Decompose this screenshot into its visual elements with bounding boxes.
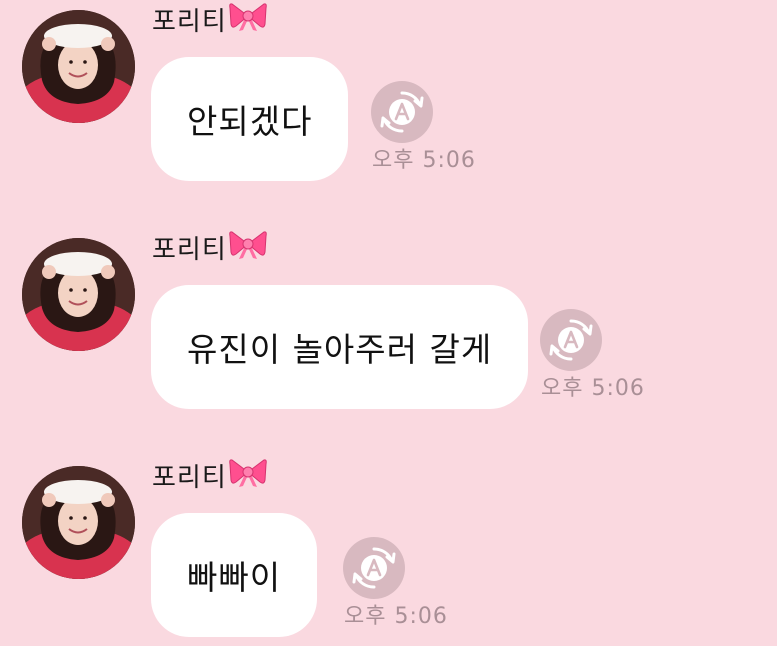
bow-emoji-icon — [229, 0, 267, 41]
timestamp: 오후 5:06 — [372, 148, 476, 173]
translate-a-icon — [549, 319, 593, 361]
timestamp: 오후 5:06 — [541, 376, 645, 401]
translate-button[interactable] — [343, 537, 405, 599]
message-text: 빠빠이 — [187, 558, 282, 597]
sender-name-text: 포리티 — [152, 235, 227, 265]
translate-button[interactable] — [371, 81, 433, 143]
avatar[interactable] — [22, 238, 135, 351]
sender-name: 포리티 — [152, 230, 267, 271]
message-text: 안되겠다 — [187, 102, 313, 141]
message-text: 유진이 놀아주러 갈게 — [187, 330, 493, 369]
message-bubble[interactable]: 안되겠다 — [151, 57, 349, 181]
avatar-photo — [22, 466, 135, 579]
chat-message: 포리티 빠빠이 오후 5:06 — [0, 456, 777, 646]
chat-message: 포리티 안되겠다 오후 5:06 — [0, 0, 777, 190]
sender-name: 포리티 — [152, 2, 267, 43]
avatar-photo — [22, 10, 135, 123]
bow-emoji-icon — [229, 228, 267, 269]
timestamp: 오후 5:06 — [344, 604, 448, 629]
translate-a-icon — [352, 547, 396, 589]
avatar[interactable] — [22, 10, 135, 123]
bow-emoji-icon — [229, 456, 267, 497]
avatar[interactable] — [22, 466, 135, 579]
sender-name: 포리티 — [152, 458, 267, 499]
translate-button[interactable] — [540, 309, 602, 371]
avatar-photo — [22, 238, 135, 351]
chat-message: 포리티 유진이 놀아주러 갈게 오후 5:06 — [0, 228, 777, 418]
message-bubble[interactable]: 빠빠이 — [151, 513, 318, 637]
sender-name-text: 포리티 — [152, 7, 227, 37]
translate-a-icon — [380, 91, 424, 133]
message-bubble[interactable]: 유진이 놀아주러 갈게 — [151, 285, 529, 409]
sender-name-text: 포리티 — [152, 463, 227, 493]
